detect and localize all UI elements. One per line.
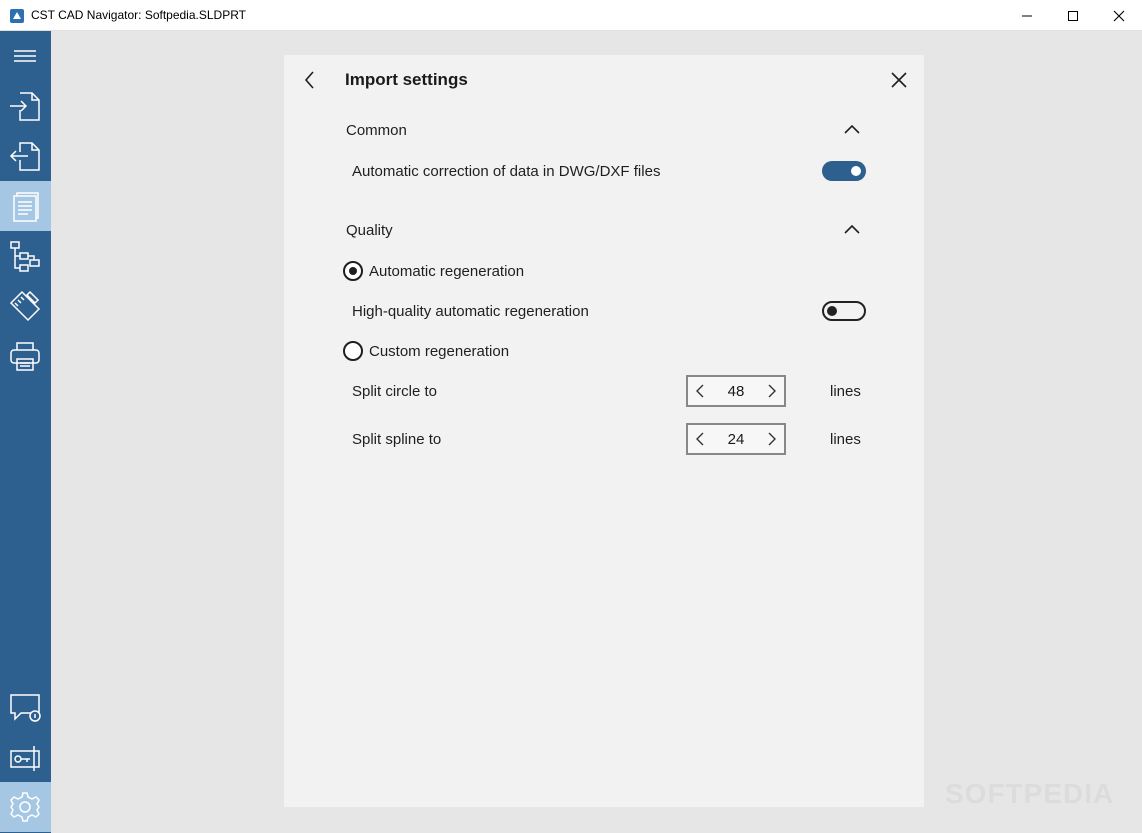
split-circle-increment-button[interactable]	[760, 377, 784, 405]
split-spline-label: Split spline to	[352, 431, 442, 448]
sidebar-item-documents[interactable]	[0, 181, 51, 231]
sidebar-item-tools[interactable]	[0, 281, 51, 331]
window-title: CST CAD Navigator: Softpedia.SLDPRT	[31, 8, 246, 22]
sidebar	[0, 31, 51, 833]
printer-icon	[10, 342, 40, 371]
hierarchy-tree-icon	[10, 241, 40, 272]
chevron-left-icon	[696, 384, 704, 398]
toggle-knob	[851, 166, 861, 176]
section-header-common: Common	[346, 122, 407, 139]
radio-selected-dot	[349, 267, 357, 275]
collapse-common-button[interactable]	[843, 121, 861, 139]
hq-regeneration-toggle[interactable]	[822, 301, 866, 321]
split-circle-unit: lines	[830, 383, 861, 400]
sidebar-item-license[interactable]	[0, 732, 51, 782]
maximize-button[interactable]	[1050, 0, 1096, 31]
split-spline-increment-button[interactable]	[760, 425, 784, 453]
sidebar-item-import[interactable]	[0, 81, 51, 131]
import-file-icon	[10, 92, 40, 121]
split-spline-decrement-button[interactable]	[688, 425, 712, 453]
close-icon	[891, 72, 907, 88]
feedback-chat-icon	[10, 694, 41, 722]
import-settings-panel: Import settings Common Automatic correct…	[284, 55, 924, 807]
chevron-left-icon	[304, 71, 314, 89]
sidebar-item-print[interactable]	[0, 331, 51, 381]
drawing-tools-icon	[9, 290, 41, 322]
split-circle-label: Split circle to	[352, 383, 438, 400]
chevron-up-icon	[844, 224, 860, 234]
hq-regeneration-label: High-quality automatic regeneration	[352, 303, 589, 320]
collapse-quality-button[interactable]	[843, 221, 861, 239]
license-key-icon	[10, 746, 40, 771]
close-panel-button[interactable]	[890, 71, 910, 91]
sidebar-item-structure[interactable]	[0, 231, 51, 281]
split-circle-decrement-button[interactable]	[688, 377, 712, 405]
sidebar-item-export[interactable]	[0, 131, 51, 181]
export-file-icon	[9, 142, 40, 171]
chevron-up-icon	[844, 124, 860, 134]
page-title: Import settings	[345, 70, 468, 89]
chevron-left-icon	[696, 432, 704, 446]
auto-correction-label: Automatic correction of data in DWG/DXF …	[352, 163, 661, 180]
split-spline-value: 24	[727, 431, 745, 448]
auto-correction-toggle[interactable]	[822, 161, 866, 181]
watermark: SOFTPEDIA	[945, 778, 1115, 809]
title-bar: CST CAD Navigator: Softpedia.SLDPRT	[0, 0, 1142, 31]
auto-regeneration-label: Automatic regeneration	[369, 263, 525, 280]
section-header-quality: Quality	[346, 222, 393, 239]
custom-regeneration-radio[interactable]	[343, 341, 363, 361]
app-icon	[10, 9, 24, 23]
split-spline-stepper[interactable]: 24	[686, 423, 786, 455]
chevron-right-icon	[768, 432, 776, 446]
split-spline-unit: lines	[830, 431, 861, 448]
chevron-right-icon	[768, 384, 776, 398]
maximize-icon	[1068, 11, 1078, 21]
menu-icon	[14, 50, 36, 62]
split-circle-value: 48	[727, 383, 745, 400]
toggle-knob	[827, 306, 837, 316]
split-circle-stepper[interactable]: 48	[686, 375, 786, 407]
document-pages-icon	[13, 192, 39, 222]
sidebar-item-feedback[interactable]	[0, 682, 51, 732]
close-icon	[1113, 10, 1125, 22]
custom-regeneration-label: Custom regeneration	[369, 343, 510, 360]
settings-gear-icon	[10, 792, 40, 822]
sidebar-menu-button[interactable]	[0, 31, 51, 81]
auto-regeneration-radio[interactable]	[343, 261, 363, 281]
back-button[interactable]	[300, 70, 320, 90]
minimize-button[interactable]	[1004, 0, 1050, 31]
close-window-button[interactable]	[1096, 0, 1142, 31]
minimize-icon	[1022, 15, 1032, 17]
sidebar-item-settings[interactable]	[0, 782, 51, 832]
